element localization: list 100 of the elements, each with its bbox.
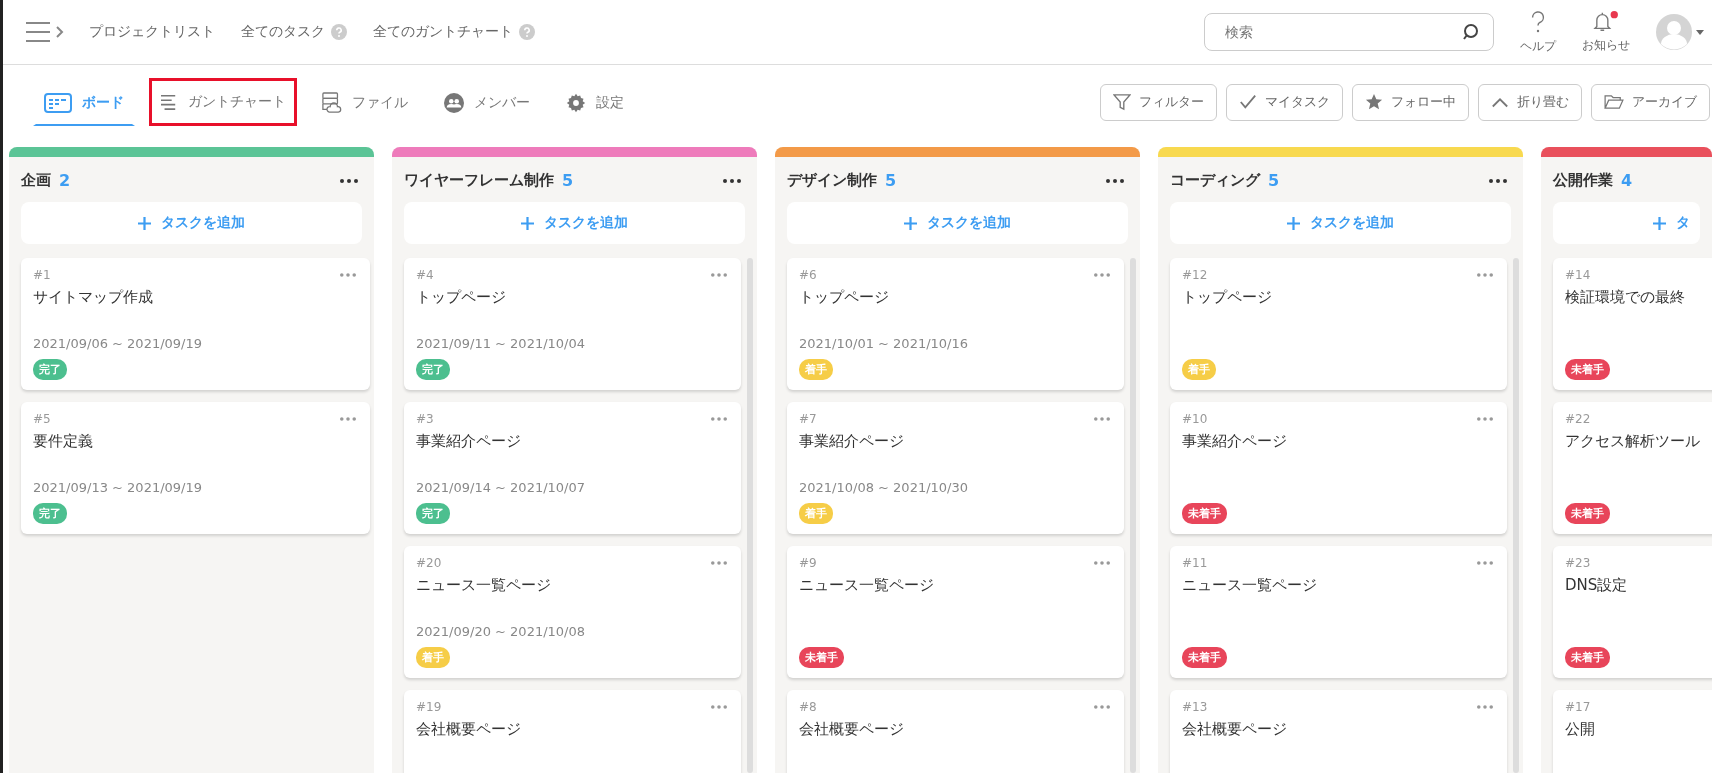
more-icon[interactable] xyxy=(340,178,358,183)
task-number: #1 xyxy=(33,268,51,282)
nav-link[interactable]: 全てのガントチャート xyxy=(373,23,513,41)
task-title: 事業紹介ページ xyxy=(1182,432,1288,451)
task-title: 会社概要ページ xyxy=(416,720,522,739)
status-badge: 着手 xyxy=(1182,359,1216,380)
plus-icon xyxy=(138,216,151,230)
task-count: 5 xyxy=(885,171,897,190)
task-dates: 2021/09/06 ~ 2021/09/19 xyxy=(33,336,202,351)
task-card[interactable]: #17 公開 xyxy=(1553,690,1712,773)
toolbar-button[interactable]: アーカイブ xyxy=(1591,83,1710,121)
column-title: 公開作業 xyxy=(1553,171,1613,190)
task-number: #9 xyxy=(799,556,817,570)
task-dates: 2021/10/08 ~ 2021/10/30 xyxy=(799,480,968,495)
task-number: #3 xyxy=(416,412,434,426)
task-title: DNS設定 xyxy=(1565,576,1629,595)
status-badge: 完了 xyxy=(33,503,67,524)
check-icon xyxy=(1239,93,1257,111)
toolbar-button[interactable]: マイタスク xyxy=(1226,83,1343,121)
task-title: ニュース一覧ページ xyxy=(799,576,935,595)
task-number: #5 xyxy=(33,412,51,426)
task-card[interactable]: #20 ニュース一覧ページ 2021/09/20 ~ 2021/10/08 着手 xyxy=(404,546,741,678)
task-card[interactable]: #19 会社概要ページ xyxy=(404,690,741,773)
task-number: #8 xyxy=(799,700,817,714)
toolbar-button[interactable]: フィルター xyxy=(1100,83,1217,121)
task-card[interactable]: #6 トップページ 2021/10/01 ~ 2021/10/16 着手 xyxy=(787,258,1124,390)
bell-icon[interactable] xyxy=(1593,10,1619,33)
task-card[interactable]: #7 事業紹介ページ 2021/10/08 ~ 2021/10/30 着手 xyxy=(787,402,1124,534)
task-card[interactable]: #8 会社概要ページ xyxy=(787,690,1124,773)
people-icon xyxy=(444,92,464,113)
task-count: 2 xyxy=(59,171,71,190)
status-badge: 未着手 xyxy=(1565,503,1610,524)
task-dates: 2021/09/13 ~ 2021/09/19 xyxy=(33,480,202,495)
task-card[interactable]: #9 ニュース一覧ページ 未着手 xyxy=(787,546,1124,678)
tab[interactable]: ファイル xyxy=(311,78,419,126)
scroll-bar[interactable] xyxy=(1513,258,1519,773)
more-icon[interactable] xyxy=(723,178,741,183)
task-number: #10 xyxy=(1182,412,1208,426)
task-card[interactable]: #22 アクセス解析ツール 未着手 xyxy=(1553,402,1712,534)
task-number: #22 xyxy=(1565,412,1591,426)
status-badge: 未着手 xyxy=(1182,503,1227,524)
lines-icon xyxy=(160,94,178,110)
task-card[interactable]: #13 会社概要ページ xyxy=(1170,690,1507,773)
search-field[interactable]: 検索 xyxy=(1204,13,1494,51)
task-number: #14 xyxy=(1565,268,1591,282)
search-icon xyxy=(1462,23,1480,41)
task-title: トップページ xyxy=(1182,288,1273,307)
filter-icon xyxy=(1113,93,1131,111)
menu-icon[interactable] xyxy=(25,20,65,44)
task-title: トップページ xyxy=(799,288,890,307)
plus-icon xyxy=(904,216,917,230)
tab[interactable]: メンバー xyxy=(433,78,541,126)
task-title: 会社概要ページ xyxy=(1182,720,1288,739)
task-number: #11 xyxy=(1182,556,1208,570)
more-icon[interactable] xyxy=(1106,178,1124,183)
task-number: #19 xyxy=(416,700,442,714)
task-number: #23 xyxy=(1565,556,1591,570)
toolbar-button[interactable]: フォロー中 xyxy=(1352,83,1469,121)
task-card[interactable]: #3 事業紹介ページ 2021/09/14 ~ 2021/10/07 完了 xyxy=(404,402,741,534)
avatar-icon[interactable] xyxy=(1656,14,1704,50)
cloud-server-icon xyxy=(322,91,342,114)
help-label[interactable]: ヘルプ xyxy=(1520,37,1556,55)
settings-icon xyxy=(566,92,586,113)
column-title: 企画 xyxy=(21,171,51,190)
scroll-bar[interactable] xyxy=(1130,258,1136,773)
task-card[interactable]: #1 サイトマップ作成 2021/09/06 ~ 2021/09/19 完了 xyxy=(21,258,370,390)
plus-icon xyxy=(521,216,534,230)
chevron-up-icon xyxy=(1491,96,1509,108)
folder-icon xyxy=(1604,94,1624,110)
tab[interactable]: 設定 xyxy=(555,78,635,126)
task-card[interactable]: #23 DNS設定 未着手 xyxy=(1553,546,1712,678)
nav-link[interactable]: プロジェクトリスト xyxy=(89,23,215,41)
task-number: #6 xyxy=(799,268,817,282)
task-card[interactable]: #12 トップページ 着手 xyxy=(1170,258,1507,390)
tab[interactable]: ガントチャート xyxy=(149,78,297,126)
notifications-label[interactable]: お知らせ xyxy=(1582,36,1630,54)
board-icon xyxy=(44,92,72,113)
nav-link[interactable]: 全てのタスク xyxy=(241,23,325,41)
toolbar-button[interactable]: 折り畳む xyxy=(1478,83,1582,121)
task-title: 事業紹介ページ xyxy=(416,432,522,451)
task-number: #12 xyxy=(1182,268,1208,282)
task-card[interactable]: #14 検証環境での最終 未着手 xyxy=(1553,258,1712,390)
column-title: ワイヤーフレーム制作 xyxy=(404,171,554,190)
task-title: トップページ xyxy=(416,288,507,307)
task-card[interactable]: #10 事業紹介ページ 未着手 xyxy=(1170,402,1507,534)
task-title: 検証環境での最終 xyxy=(1565,288,1686,307)
task-number: #4 xyxy=(416,268,434,282)
status-badge: 着手 xyxy=(799,503,833,524)
help-icon[interactable] xyxy=(1529,9,1547,34)
more-icon[interactable] xyxy=(1489,178,1507,183)
status-badge: 未着手 xyxy=(1565,359,1610,380)
status-badge: 未着手 xyxy=(1182,647,1227,668)
task-title: ニュース一覧ページ xyxy=(1182,576,1318,595)
task-title: アクセス解析ツール xyxy=(1565,432,1701,451)
task-card[interactable]: #4 トップページ 2021/09/11 ~ 2021/10/04 完了 xyxy=(404,258,741,390)
task-card[interactable]: #5 要件定義 2021/09/13 ~ 2021/09/19 完了 xyxy=(21,402,370,534)
scroll-bar[interactable] xyxy=(747,258,753,773)
task-count: 4 xyxy=(1621,171,1633,190)
task-title: サイトマップ作成 xyxy=(33,288,154,307)
task-card[interactable]: #11 ニュース一覧ページ 未着手 xyxy=(1170,546,1507,678)
